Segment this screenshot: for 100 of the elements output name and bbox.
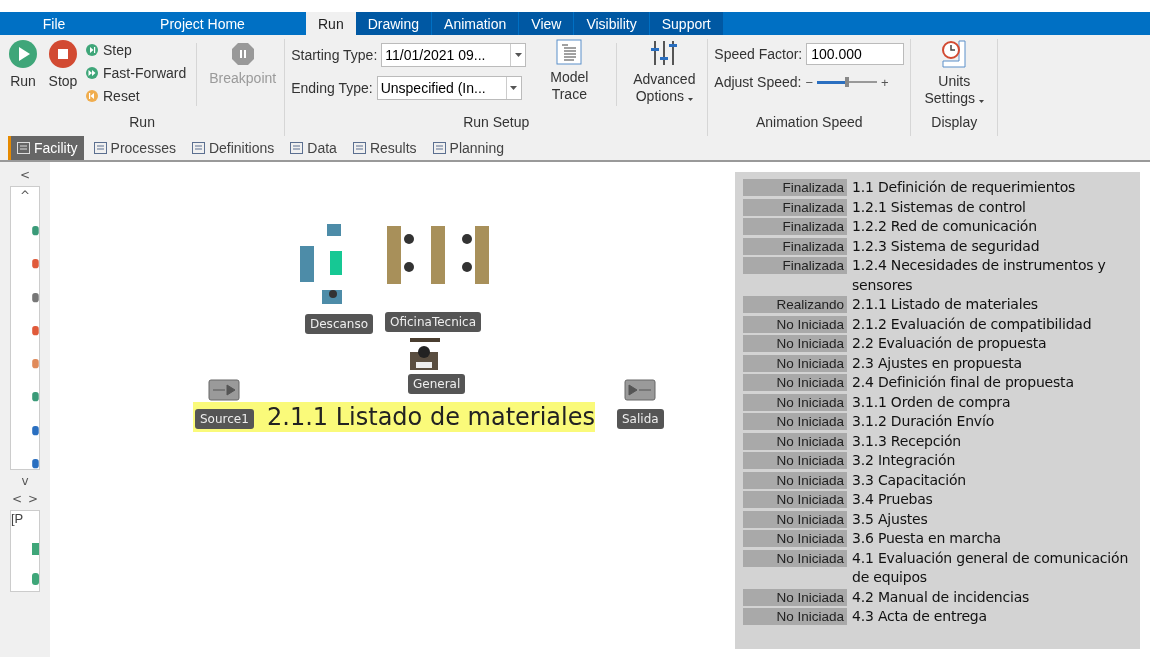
play-icon [8, 39, 38, 69]
task-status: Finalizada [743, 257, 847, 274]
task-status: No Iniciada [743, 452, 847, 469]
node-label: OficinaTecnica [385, 312, 482, 332]
library-item-icon[interactable] [31, 358, 39, 370]
source-icon [208, 379, 240, 401]
task-status: No Iniciada [743, 510, 847, 528]
library-item-icon[interactable] [31, 391, 39, 403]
task-name: 3.1.3 Recepción [852, 431, 961, 451]
decrease-button[interactable]: − [805, 74, 814, 90]
task-status: No Iniciada [743, 335, 847, 352]
task-status: Finalizada [743, 198, 847, 216]
starting-type-dropdown[interactable]: 11/01/2021 09... [381, 43, 527, 67]
task-status: No Iniciada [743, 491, 847, 508]
task-name: 3.3 Capacitación [852, 470, 967, 490]
run-button[interactable]: Run [6, 39, 40, 89]
sliders-icon [650, 39, 679, 67]
task-name: 3.4 Pruebas [852, 490, 933, 509]
task-name: 2.2 Evaluación de propuesta [852, 334, 1047, 353]
menu-tab[interactable]: View [519, 12, 575, 35]
task-status: No Iniciada [743, 608, 847, 625]
node-label: Salida [617, 409, 664, 429]
stop-icon [48, 39, 78, 69]
document-tab[interactable]: Definitions [185, 136, 281, 160]
ending-type-dropdown[interactable]: Unspecified (In... [376, 76, 522, 100]
scroll-left-button[interactable]: < [11, 492, 22, 506]
library-item-icon[interactable] [31, 324, 39, 336]
task-status: No Iniciada [743, 471, 847, 489]
library-item-icon[interactable] [31, 542, 39, 556]
task-name: 1.2.1 Sistemas de control [852, 197, 1026, 217]
task-name: 1.2.3 Sistema de seguridad [852, 236, 1040, 256]
task-name: 2.4 Definición final de propuesta [852, 373, 1074, 392]
group-title: Animation Speed [754, 114, 864, 132]
sink-icon [624, 379, 656, 401]
pause-icon [230, 42, 255, 66]
task-name: 4.2 Manual de incidencias [852, 587, 1030, 607]
units-settings-button[interactable]: Units Settings [917, 39, 992, 107]
library-item-icon[interactable] [31, 225, 39, 237]
group-title: Run [128, 114, 156, 132]
task-status: No Iniciada [743, 588, 847, 606]
field-label: Starting Type: [291, 47, 378, 63]
caret-icon [979, 100, 984, 103]
workstation-drawing [408, 338, 440, 372]
stop-button[interactable]: Stop [46, 39, 80, 89]
menu-tab[interactable]: Animation [432, 12, 520, 35]
scroll-right-button[interactable]: > [28, 492, 39, 506]
field-label: Ending Type: [291, 80, 373, 96]
document-tab[interactable]: Facility [8, 136, 84, 160]
task-status: Finalizada [743, 179, 847, 196]
menu-tab[interactable]: Run [306, 12, 356, 35]
field-label: Adjust Speed: [714, 74, 802, 90]
menu-tab[interactable]: Drawing [355, 12, 433, 35]
task-status: No Iniciada [743, 315, 847, 333]
task-status: No Iniciada [743, 530, 847, 547]
node-label: General [408, 374, 466, 394]
tab-icon [191, 142, 205, 154]
task-name: 3.5 Ajustes [852, 509, 928, 529]
model-trace-button[interactable]: Model Trace [532, 39, 607, 103]
menu-tab[interactable]: Support [649, 12, 724, 35]
task-name: 2.1.1 Listado de materiales [852, 295, 1038, 314]
node-label: Source1 [195, 409, 254, 429]
scroll-down-button[interactable]: v [21, 474, 29, 488]
library-item-icon[interactable] [31, 457, 39, 469]
task-name: 1.1 Definición de requerimientos [852, 178, 1076, 197]
tab-icon [290, 142, 304, 154]
library-item-icon[interactable] [31, 424, 39, 436]
task-name: 4.3 Acta de entrega [852, 607, 987, 626]
fast-forward-button[interactable]: Fast-Forward [86, 62, 187, 83]
slider-thumb[interactable] [845, 77, 850, 87]
task-name: 3.2 Integración [852, 451, 956, 470]
tab-icon [93, 142, 107, 154]
speed-factor-field[interactable]: 100.000 [806, 43, 905, 65]
task-name: 1.2.4 Necesidades de instrumentos y sensores [852, 256, 1107, 295]
task-status: Finalizada [743, 218, 847, 235]
task-name: 3.6 Puesta en marcha [852, 529, 1001, 548]
advanced-options-button[interactable]: Advanced Options [627, 39, 702, 105]
document-tab[interactable]: Results [346, 136, 423, 160]
caret-icon [510, 86, 518, 90]
step-button[interactable]: Step [86, 39, 187, 60]
reset-icon [86, 89, 98, 102]
collapse-button[interactable]: < [19, 168, 31, 182]
document-tab[interactable]: Planning [426, 136, 511, 160]
field-label: Speed Factor: [714, 46, 803, 62]
reset-button[interactable]: Reset [86, 85, 187, 106]
task-status: No Iniciada [743, 393, 847, 411]
caret-icon [514, 53, 522, 57]
increase-button[interactable]: + [881, 74, 889, 90]
step-icon [86, 43, 98, 56]
fast-forward-icon [86, 66, 98, 79]
document-list-icon [556, 39, 583, 65]
scroll-up-button[interactable]: ^ [19, 189, 31, 203]
tab-icon [352, 142, 366, 154]
library-item-icon[interactable] [31, 572, 39, 586]
document-tab[interactable]: Processes [87, 136, 182, 160]
group-title: Run Setup [462, 114, 531, 132]
library-item-icon[interactable] [31, 258, 39, 270]
menu-tab[interactable]: Visibility [574, 12, 650, 35]
document-tab[interactable]: Data [284, 136, 343, 160]
library-item-icon[interactable] [31, 291, 39, 303]
task-status: Finalizada [743, 237, 847, 255]
